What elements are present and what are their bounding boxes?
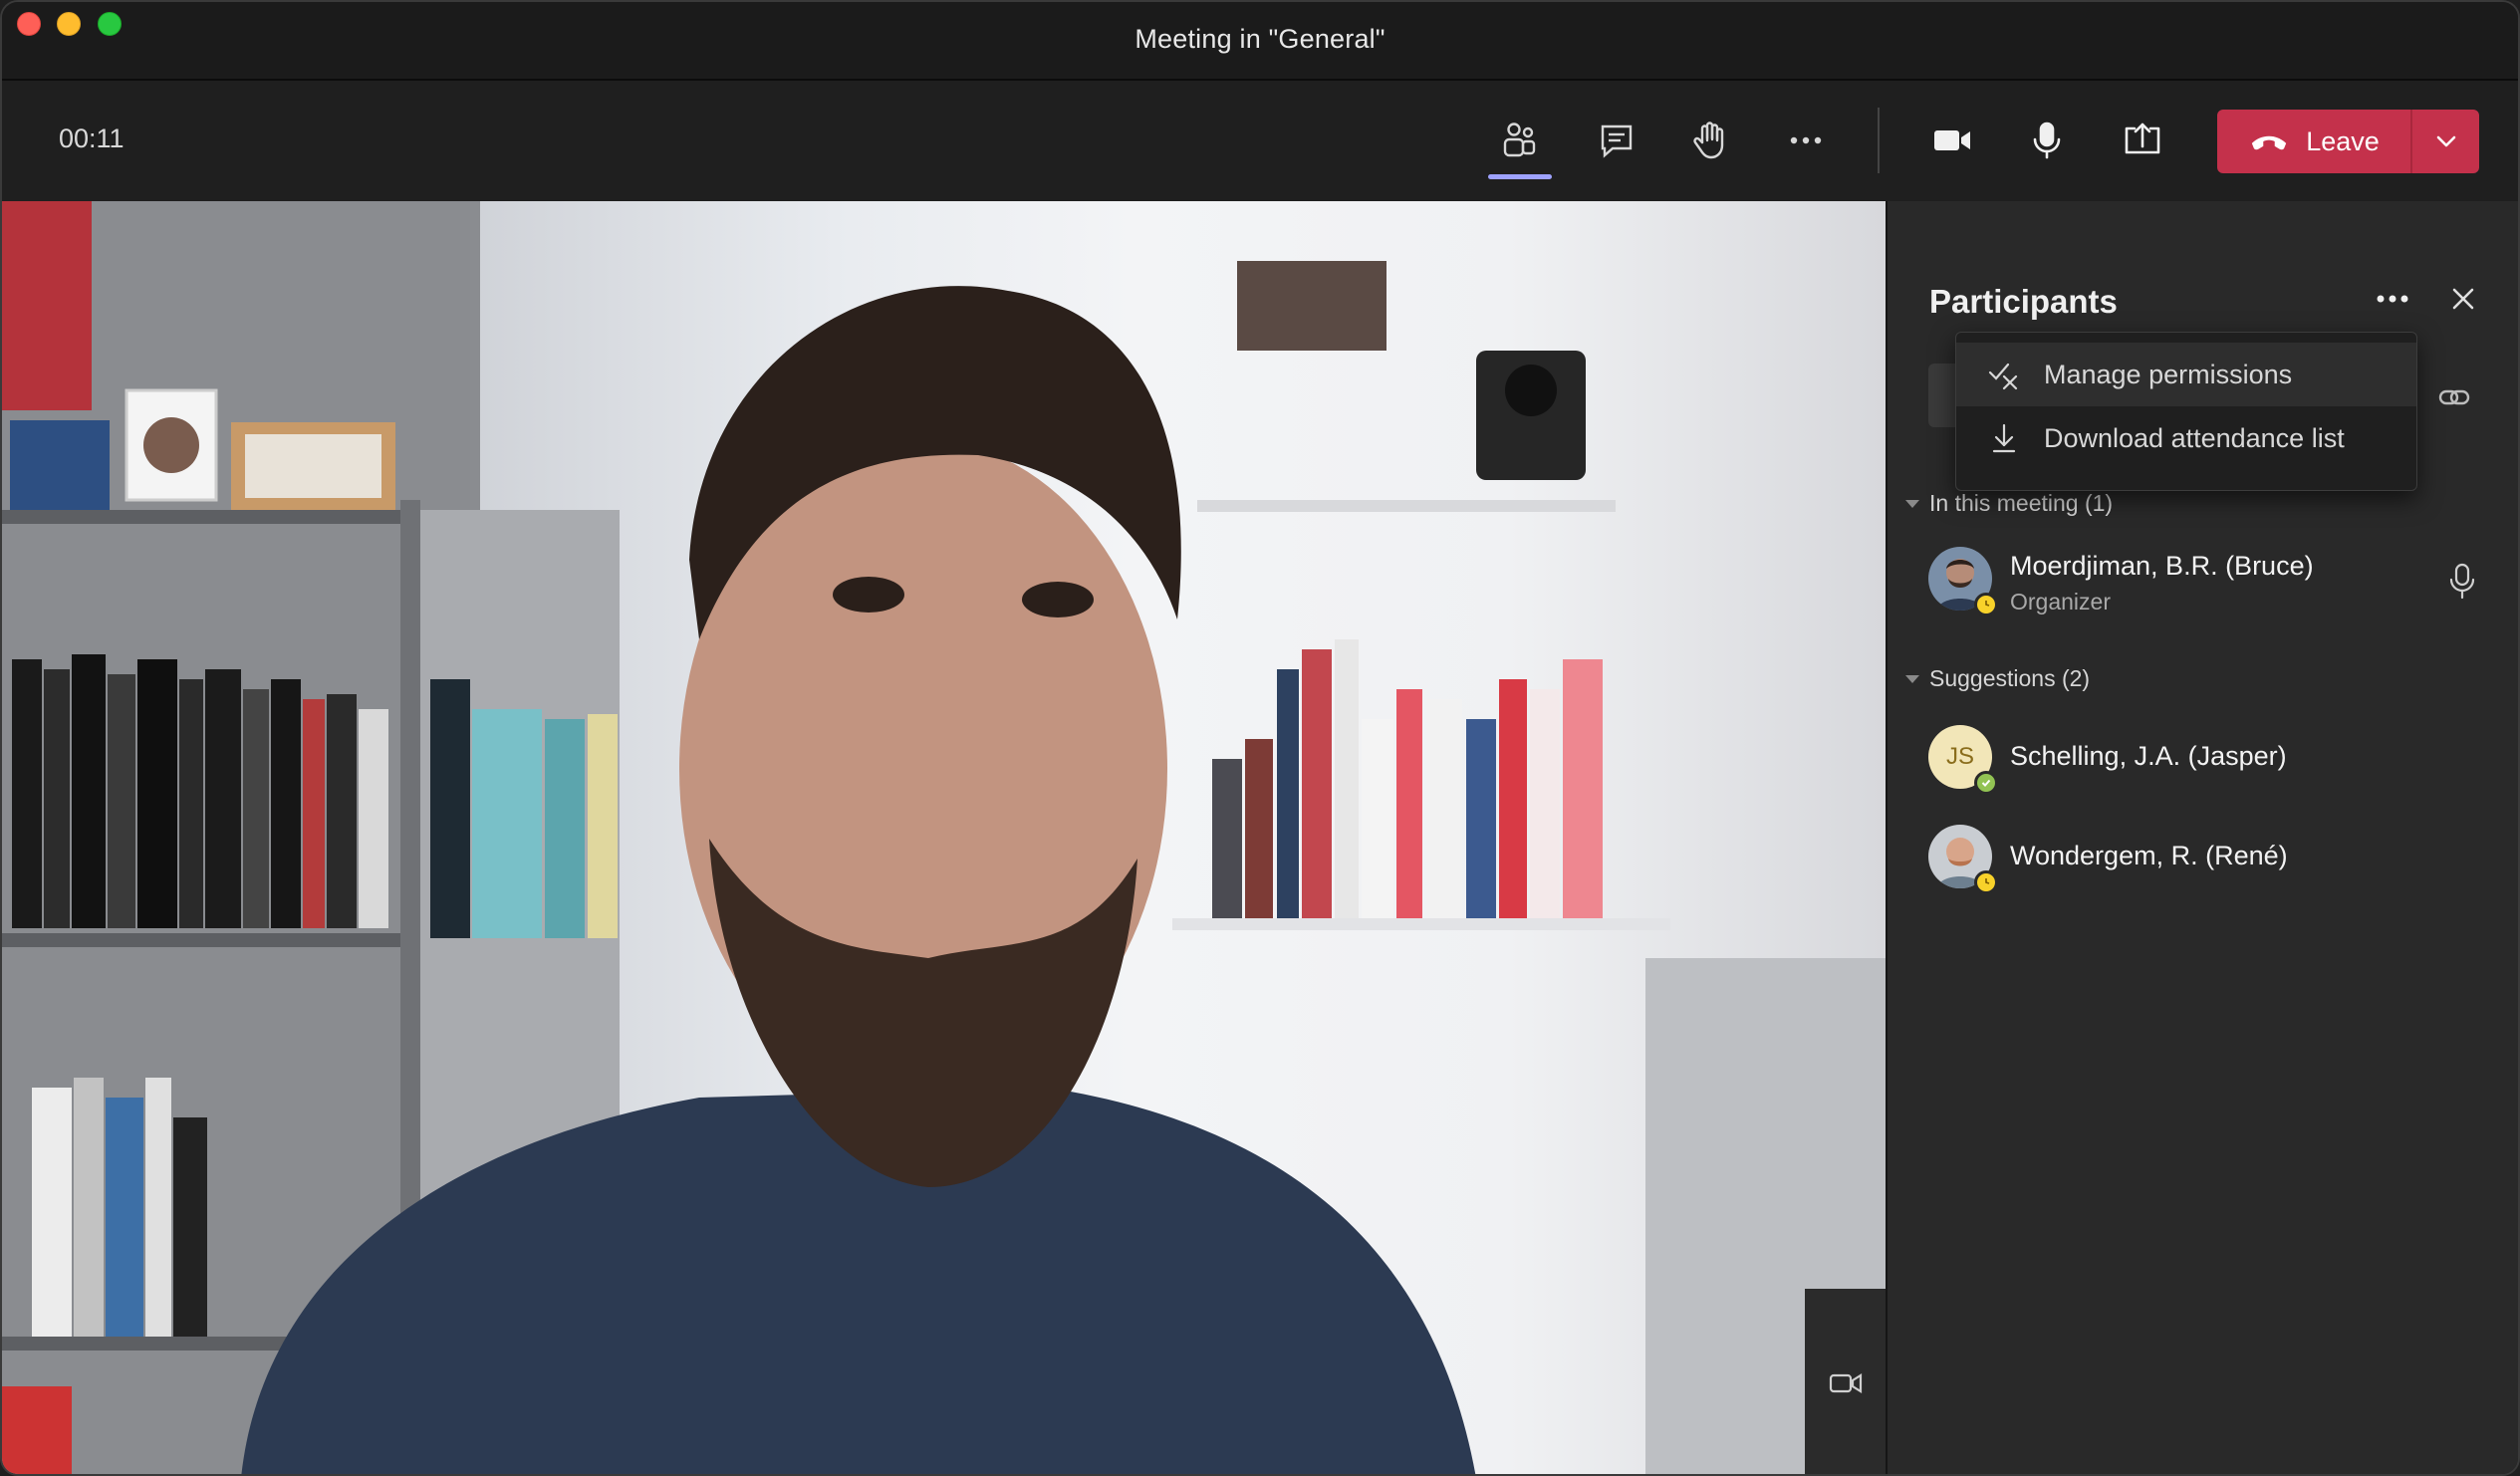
video-feed-image [2,201,1886,1474]
leave-label: Leave [2306,125,2380,156]
menu-item-label: Download attendance list [2044,422,2345,453]
microphone-icon [2033,122,2061,159]
presence-away-icon [1974,870,1998,894]
participant-mic-button[interactable] [2442,560,2482,604]
show-conversation-button[interactable] [1581,110,1652,171]
chevron-down-icon [2436,135,2455,147]
participants-options-menu: Manage permissions Download attendance l… [1955,332,2417,491]
leave-button[interactable]: Leave [2217,110,2410,173]
raise-hand-button[interactable] [1674,110,1746,171]
share-screen-icon [2125,123,2160,154]
participant-name: Moerdjiman, B.R. (Bruce) [2010,551,2314,581]
in-meeting-section-label: In this meeting (1) [1929,490,2114,516]
window-title: Meeting in "General" [1134,24,1386,54]
hand-icon [1693,122,1724,159]
collapse-caret-icon [1905,499,1919,508]
teams-meeting-window: Meeting in "General" 00:11 Leave Partici… [0,0,2520,1476]
participant-name: Wondergem, R. (René) [2010,841,2288,870]
more-actions-button[interactable] [1770,110,1842,171]
panel-title: Participants [1929,283,2118,320]
manage-permissions-menu-item[interactable]: Manage permissions [1956,343,2416,406]
camera-toggle-button[interactable] [1916,110,1988,171]
close-icon [2452,288,2474,310]
participants-more-options-button[interactable] [2365,271,2420,327]
participant-item[interactable]: Moerdjiman, B.R. (Bruce) Organizer [1928,541,2496,616]
microphone-toggle-button[interactable] [2011,110,2083,171]
meeting-toolbar: 00:11 Leave [2,82,2518,201]
link-icon [2438,389,2470,405]
avatar-initials: JS [1945,743,1974,770]
toolbar-divider [1878,108,1880,173]
participant-video [2,201,1886,1474]
video-camera-icon [1829,1373,1862,1393]
share-content-button[interactable] [2107,110,2178,171]
collapse-caret-icon [1905,674,1919,683]
meeting-timer: 00:11 [59,123,125,153]
presence-away-icon [1974,593,1998,616]
copy-join-info-button[interactable] [2429,372,2479,422]
manage-permissions-icon [1984,355,2024,394]
download-icon [1984,418,2024,458]
in-meeting-section-header[interactable]: In this meeting (1) [1905,490,2113,517]
more-icon [2377,295,2408,303]
leave-options-dropdown[interactable] [2412,110,2479,173]
participant-role: Organizer [2010,589,2111,615]
presence-available-icon [1974,771,1998,795]
suggested-participant-item[interactable]: Wondergem, R. (René) [1928,819,2496,894]
microphone-icon [2449,563,2475,600]
menu-item-label: Manage permissions [2044,359,2293,389]
self-view-toggle-button[interactable] [1805,1289,1886,1474]
chat-icon [1601,124,1633,158]
close-panel-button[interactable] [2435,271,2491,327]
title-bar: Meeting in "General" [2,2,2518,81]
participant-name: Schelling, J.A. (Jasper) [2010,741,2287,771]
phone-hangup-icon [2252,135,2287,150]
leave-button-group: Leave [2217,110,2479,173]
suggested-participant-item[interactable]: JS Schelling, J.A. (Jasper) [1928,719,2496,795]
video-camera-icon [1934,130,1970,150]
more-icon [1790,136,1822,144]
show-participants-button[interactable] [1484,110,1556,179]
suggestions-section-header[interactable]: Suggestions (2) [1905,665,2090,692]
people-icon [1503,123,1536,157]
download-attendance-list-menu-item[interactable]: Download attendance list [1956,406,2416,470]
suggestions-section-label: Suggestions (2) [1929,665,2091,691]
